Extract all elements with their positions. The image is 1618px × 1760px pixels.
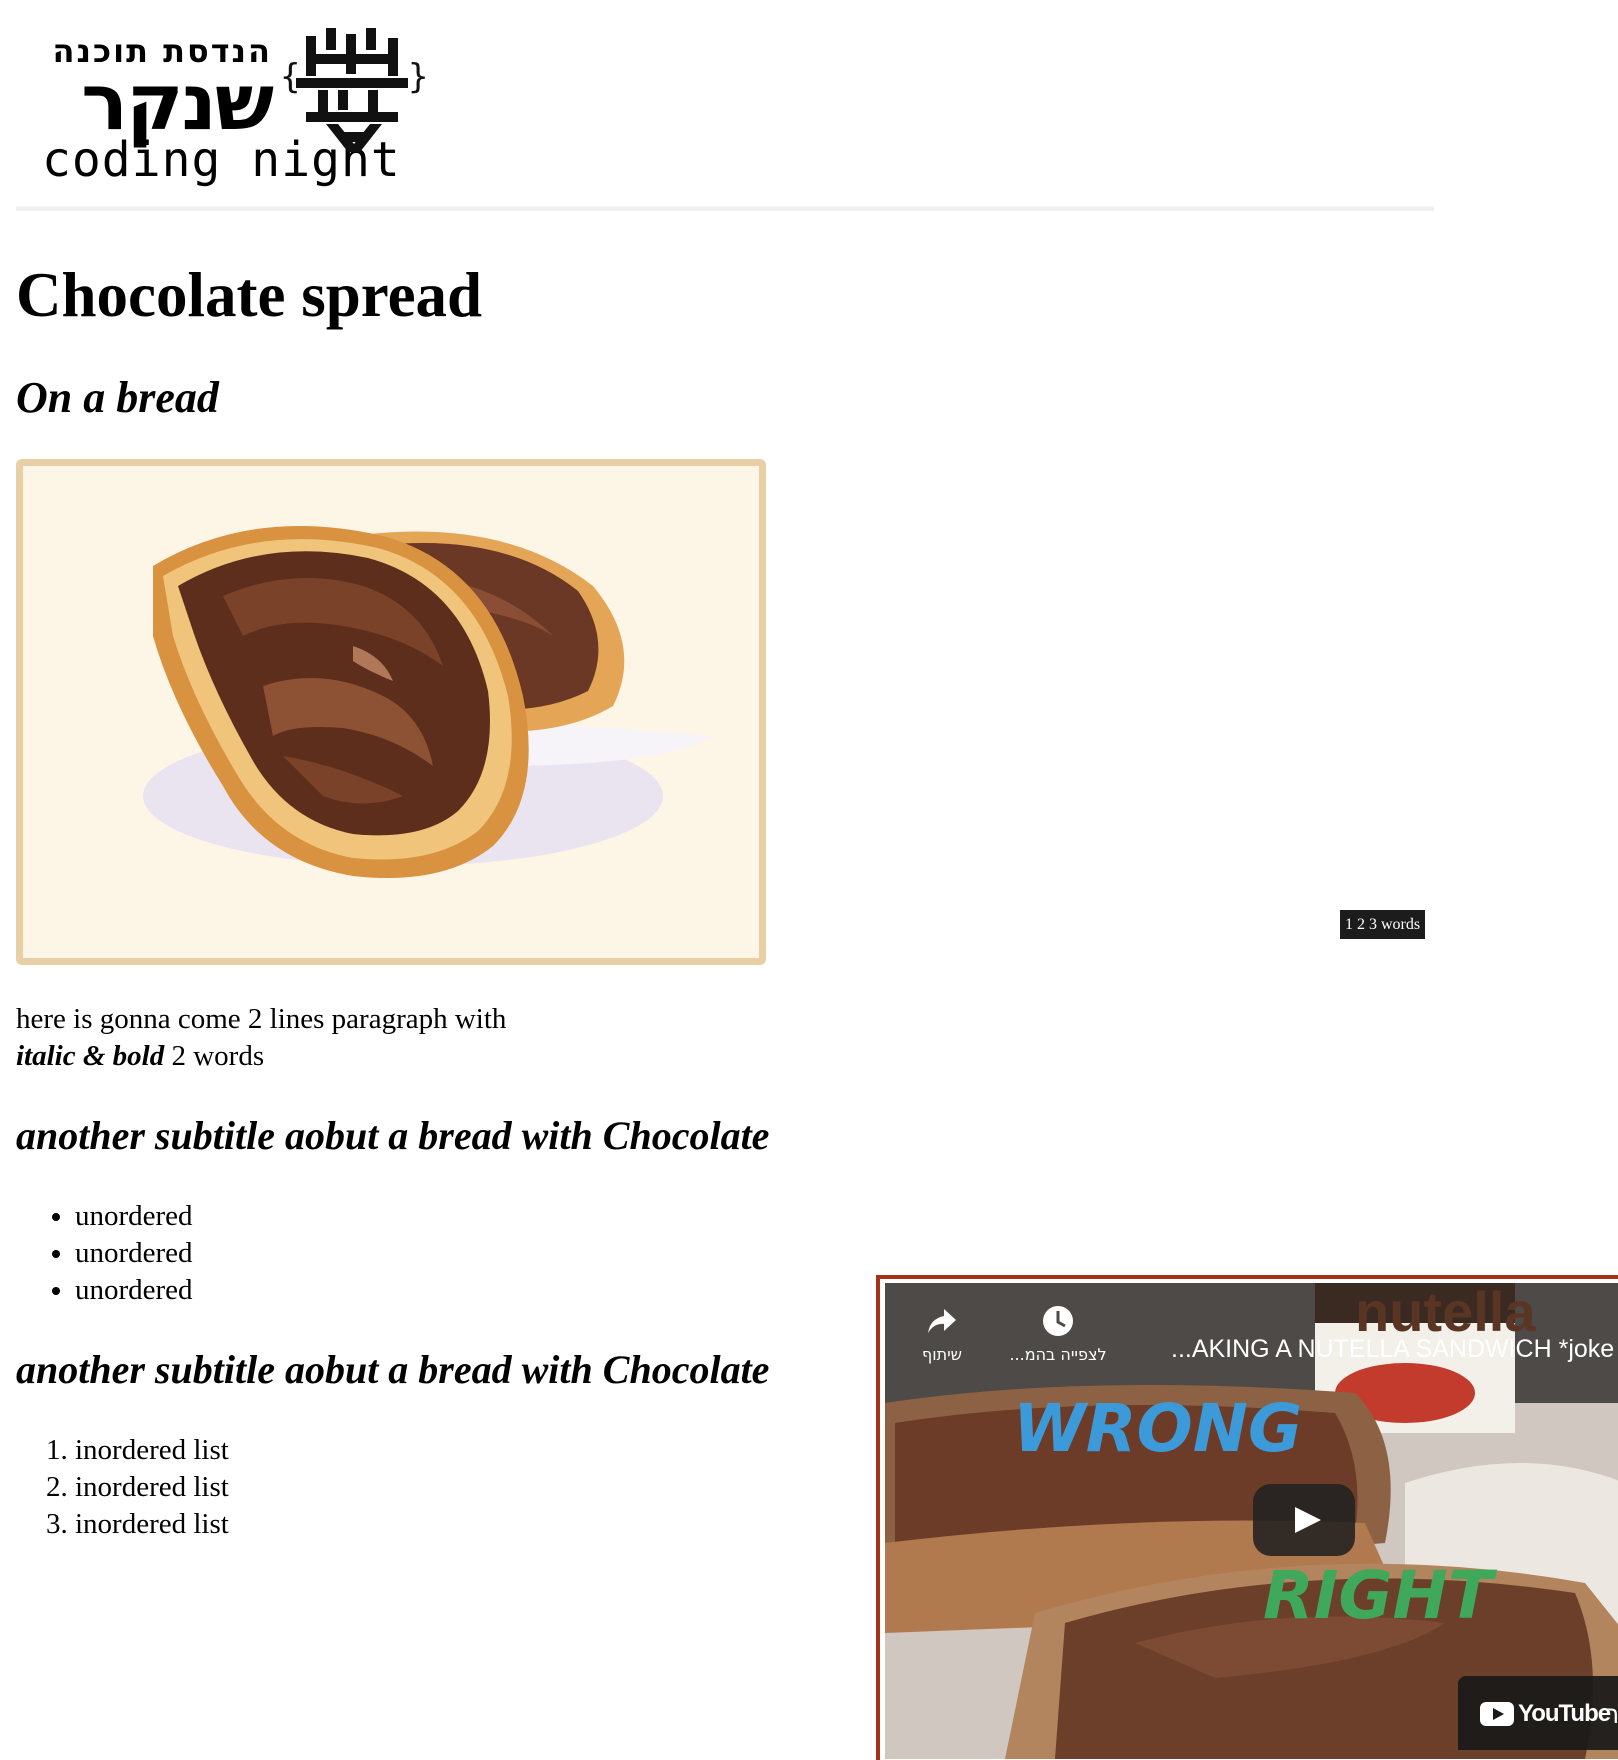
page: הנדסת תוכנה שנקר coding night { } Chocol… — [0, 0, 1618, 1760]
watch-later-label: ...לצפייה בהמ — [1009, 1345, 1107, 1364]
overlay-right: RIGHT — [1263, 1557, 1498, 1634]
intro-paragraph: here is gonna come 2 lines paragraph wit… — [16, 1001, 716, 1075]
italic-word: italic — [16, 1040, 76, 1072]
list-item: unordered — [75, 1235, 193, 1272]
word-counter-badge: 1 2 3 words — [1340, 910, 1426, 939]
share-label: שיתוף — [921, 1345, 963, 1364]
unordered-list: unordered unordered unordered — [16, 1198, 193, 1309]
section-subtitle-2: another subtitle aobut a bread with Choc… — [16, 1347, 770, 1392]
list-item: inordered list — [75, 1506, 229, 1543]
list-item: unordered — [75, 1272, 193, 1309]
ampersand: & — [82, 1040, 106, 1072]
logo-mark-icon: { } — [280, 28, 428, 152]
share-icon — [928, 1309, 956, 1333]
bread-image — [16, 459, 766, 965]
video-title[interactable]: ...AKING A NUTELLA SANDWICH *joke — [1171, 1335, 1614, 1364]
watch-later-button[interactable]: ...לצפייה בהמ — [1003, 1303, 1113, 1364]
svg-text:{: { — [280, 57, 300, 97]
shenkar-logo[interactable]: הנדסת תוכנה שנקר coding night { } — [20, 28, 428, 188]
clock-icon — [1043, 1306, 1073, 1336]
svg-text:}: } — [408, 57, 428, 97]
youtube-video-embed[interactable]: nutella WRONG RIGHT שיתוף ...לצפייה בהמ … — [876, 1275, 1618, 1760]
section-subtitle-1: another subtitle aobut a bread with Choc… — [16, 1113, 770, 1158]
bread-illustration — [23, 466, 759, 958]
paragraph-rest: 2 words — [171, 1040, 265, 1072]
youtube-play-icon — [1480, 1702, 1514, 1726]
youtube-brand-suffix: דר — [1606, 1702, 1618, 1729]
bold-word: bold — [112, 1040, 165, 1072]
horizontal-rule — [16, 206, 1434, 211]
youtube-brand-text: YouTube — [1518, 1700, 1611, 1727]
page-title: Chocolate spread — [16, 260, 483, 330]
list-item: inordered list — [75, 1432, 229, 1469]
share-button[interactable]: שיתוף — [887, 1303, 997, 1364]
youtube-brand-button[interactable]: YouTube דר — [1458, 1676, 1618, 1750]
page-subtitle: On a bread — [16, 373, 219, 422]
jar-label: nutella — [1355, 1283, 1536, 1343]
play-button[interactable] — [1253, 1484, 1355, 1556]
list-item: inordered list — [75, 1469, 229, 1506]
ordered-list: inordered list inordered list inordered … — [16, 1432, 229, 1543]
logo-hebrew-title: שנקר — [81, 58, 274, 148]
overlay-wrong: WRONG — [1013, 1390, 1302, 1467]
paragraph-line: here is gonna come 2 lines paragraph wit… — [16, 1003, 507, 1035]
list-item: unordered — [75, 1198, 193, 1235]
